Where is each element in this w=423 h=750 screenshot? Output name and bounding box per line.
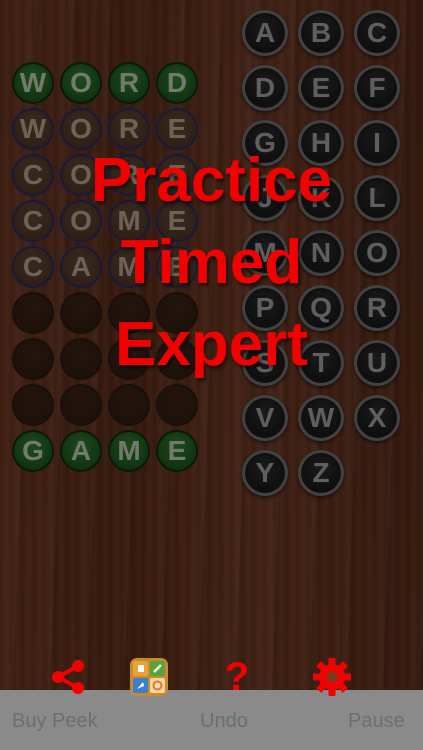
practice-mode-button[interactable]: Practice xyxy=(0,140,423,222)
undo-button[interactable]: Undo xyxy=(200,710,248,733)
settings-icon[interactable] xyxy=(310,655,354,699)
mode-menu: Practice Timed Expert xyxy=(0,140,423,386)
help-icon[interactable]: ? xyxy=(215,655,259,699)
action-icon-row: ? xyxy=(0,655,423,701)
timed-mode-button[interactable]: Timed xyxy=(0,222,423,304)
buy-peek-button[interactable]: Buy Peek xyxy=(12,710,98,733)
share-icon[interactable] xyxy=(46,655,90,699)
pause-button[interactable]: Pause xyxy=(348,710,405,733)
expert-mode-button[interactable]: Expert xyxy=(0,304,423,386)
more-apps-icon[interactable] xyxy=(127,655,171,699)
